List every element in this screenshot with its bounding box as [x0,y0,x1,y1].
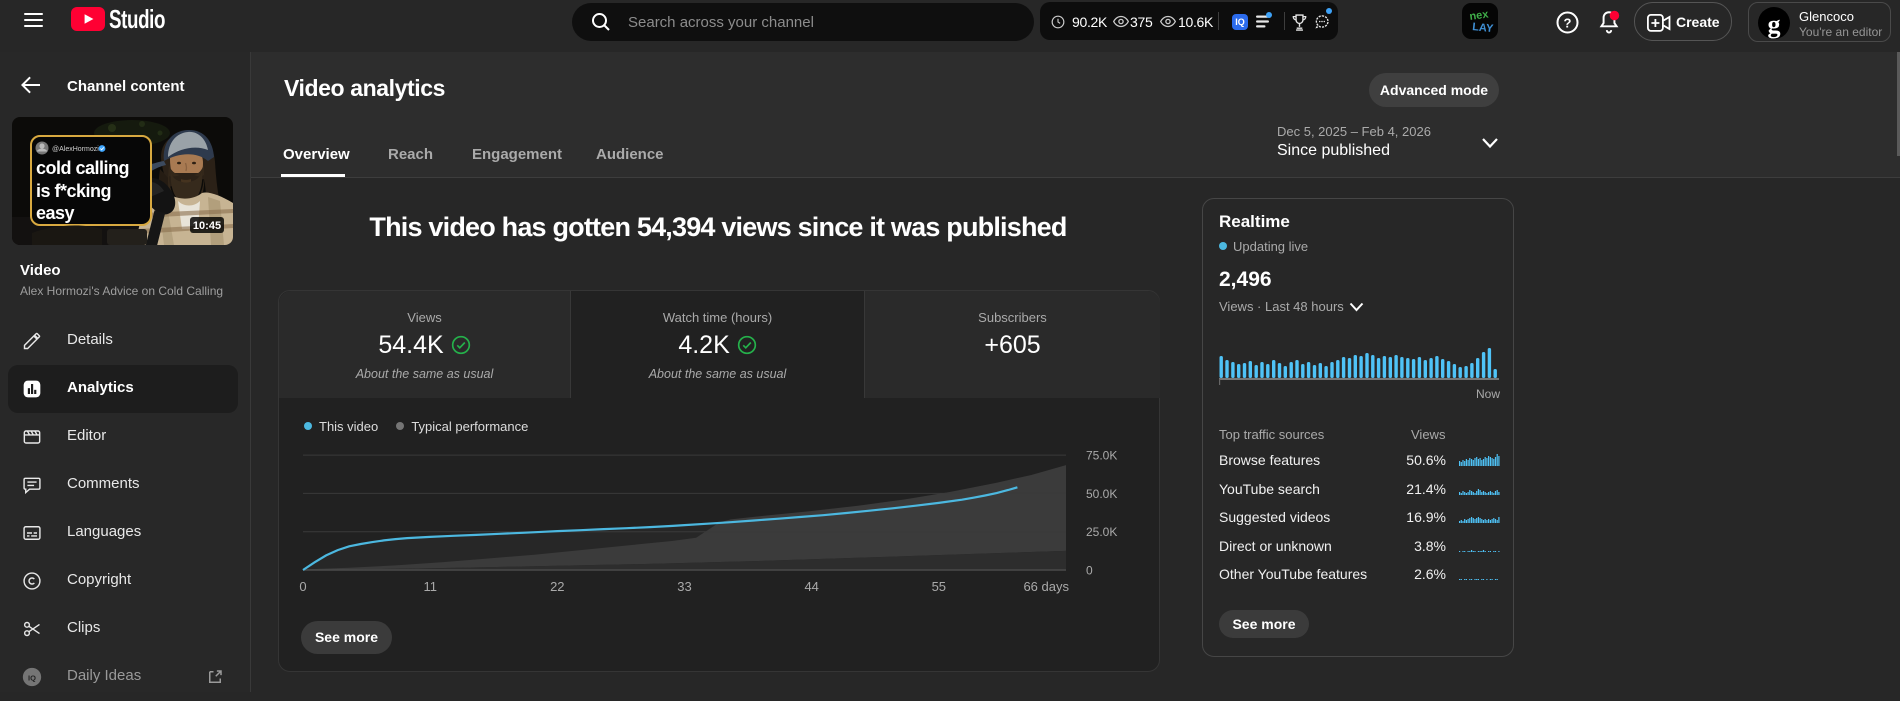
svg-text:44: 44 [804,579,818,594]
svg-text:?: ? [1564,16,1572,31]
svg-text:55: 55 [932,579,946,594]
svg-text:cold calling: cold calling [36,158,129,178]
svg-text:22: 22 [550,579,564,594]
svg-text:33: 33 [677,579,691,594]
svg-text:50.0K: 50.0K [1086,487,1117,501]
svg-text:LAY: LAY [1472,21,1495,35]
svg-text:0: 0 [299,579,306,594]
svg-text:is f*cking: is f*cking [36,181,111,201]
svg-text:@AlexHormozi: @AlexHormozi [52,146,99,153]
svg-text:0: 0 [1086,563,1093,577]
svg-text:25.0K: 25.0K [1086,525,1117,539]
svg-text:easy: easy [36,203,75,223]
svg-text:66 days: 66 days [1023,579,1069,594]
svg-text:11: 11 [423,579,437,594]
svg-text:75.0K: 75.0K [1086,449,1117,463]
svg-text:IQ: IQ [28,673,36,682]
svg-text:10:45: 10:45 [193,220,221,232]
